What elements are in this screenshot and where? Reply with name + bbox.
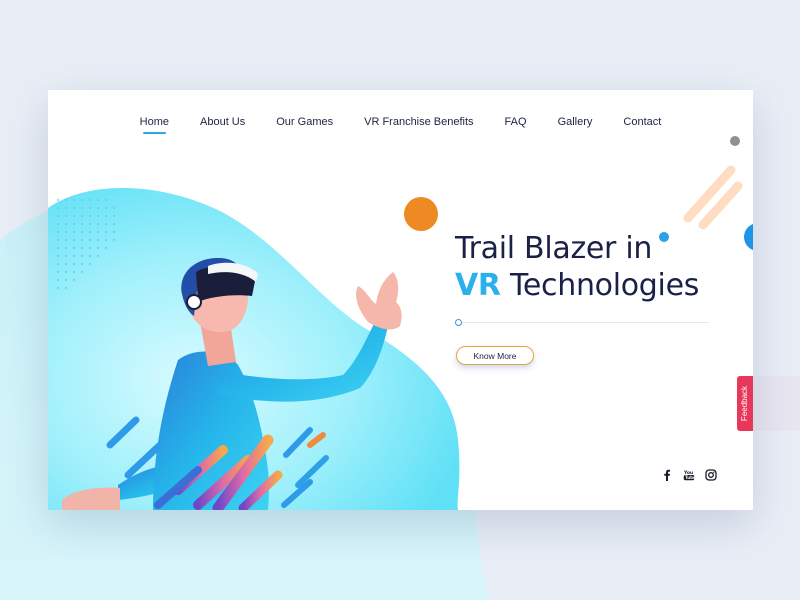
know-more-button[interactable]: Know More bbox=[456, 346, 534, 365]
svg-text:Tube: Tube bbox=[685, 475, 695, 480]
nav-vr-franchise-benefits[interactable]: VR Franchise Benefits bbox=[364, 116, 473, 134]
nav-home[interactable]: Home bbox=[140, 116, 169, 134]
hero-title-line2: Technologies bbox=[500, 268, 700, 303]
divider-dot bbox=[455, 319, 462, 326]
nav-faq[interactable]: FAQ bbox=[505, 116, 527, 134]
hero-title-line1: Trail Blazer in bbox=[455, 231, 653, 266]
hero-divider bbox=[456, 322, 709, 323]
nav-our-games[interactable]: Our Games bbox=[276, 116, 333, 134]
hero-title: Trail Blazer in VR Technologies bbox=[455, 230, 699, 304]
nav-about-us[interactable]: About Us bbox=[200, 116, 245, 134]
nav-gallery[interactable]: Gallery bbox=[558, 116, 593, 134]
feedback-label: Feedback bbox=[740, 385, 750, 422]
hero-title-accent: VR bbox=[455, 268, 501, 303]
youtube-icon[interactable]: You Tube bbox=[683, 469, 695, 481]
blue-partial-circle bbox=[744, 223, 753, 251]
nav-contact[interactable]: Contact bbox=[623, 116, 661, 134]
orange-circle bbox=[404, 197, 438, 231]
facebook-icon[interactable] bbox=[661, 469, 673, 481]
landing-page-card: Home About Us Our Games VR Franchise Ben… bbox=[48, 90, 753, 510]
instagram-icon[interactable] bbox=[705, 469, 717, 481]
grey-dot bbox=[730, 136, 740, 146]
feedback-tab[interactable]: Feedback bbox=[737, 376, 753, 431]
main-navigation: Home About Us Our Games VR Franchise Ben… bbox=[48, 116, 753, 134]
peach-streaks bbox=[683, 165, 743, 230]
social-links: You Tube bbox=[661, 469, 717, 481]
